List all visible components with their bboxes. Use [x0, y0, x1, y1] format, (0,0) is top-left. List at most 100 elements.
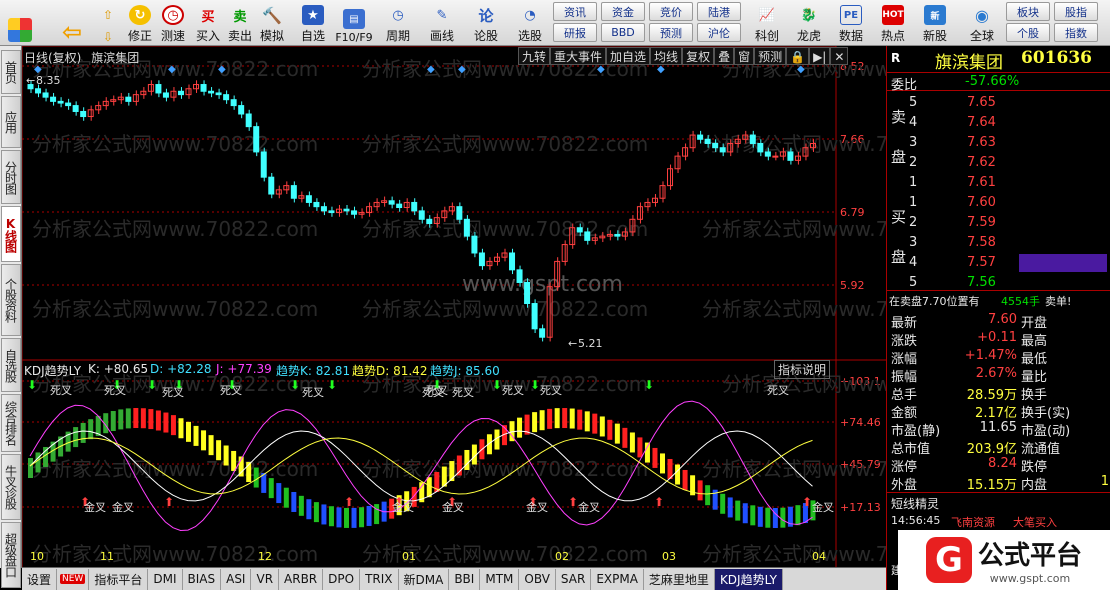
grid-icon — [8, 18, 32, 42]
auction-button[interactable]: 竞价 — [649, 2, 693, 21]
short-elf-title[interactable]: 短线精灵 — [887, 492, 1110, 511]
tab-kline[interactable]: K线图 — [1, 206, 21, 262]
play-icon[interactable]: ▶| — [809, 47, 831, 65]
short-elf-row[interactable]: 14:56:45 飞南资源 大笔买入 — [887, 512, 1110, 531]
nine-turn-button[interactable]: 九转 — [518, 47, 551, 65]
month-label: 12 — [258, 550, 272, 563]
predict-button[interactable]: 预测 — [754, 47, 787, 65]
draw-button[interactable]: ✎ 画线 — [424, 2, 460, 44]
single-stock-button[interactable]: 个股 — [1006, 23, 1050, 42]
expma-tab[interactable]: EXPMA — [591, 568, 644, 590]
shanghai-london-button[interactable]: 沪伦 — [697, 23, 741, 42]
stat-label: 外盘 — [891, 478, 918, 493]
back-button[interactable]: ⇦ — [52, 2, 92, 46]
buy-level-3[interactable]: 3 7.58 — [887, 234, 1110, 253]
f10-button[interactable]: ▤ F10/F9 — [334, 2, 374, 44]
data-button[interactable]: PE 数据 — [832, 2, 870, 44]
sar-tab[interactable]: SAR — [556, 568, 592, 590]
level-index: 2 — [909, 155, 918, 170]
new-stock-label: 新股 — [922, 29, 947, 43]
new-dma-tab[interactable]: 新DMA — [399, 568, 450, 590]
buy-level-1[interactable]: 1 7.60 — [887, 194, 1110, 213]
research-button[interactable]: 研报 — [553, 23, 597, 42]
chart-area[interactable]: 8.52 7.66 6.79 5.92 +103.1 +74.46 +45.79 +17.13… — [22, 46, 886, 568]
close-icon[interactable]: ✕ — [830, 47, 849, 65]
hotspot-button[interactable]: HOT 热点 — [874, 2, 912, 44]
kdj-trend-tab[interactable]: KDJ趋势LY — [714, 568, 784, 590]
sell-level-3[interactable]: 3 7.63 — [887, 134, 1110, 153]
kdj-trend-bar — [186, 421, 191, 442]
index-futures-button[interactable]: 股指 — [1054, 2, 1098, 21]
indicator-platform-tab[interactable]: 指标平台 — [89, 568, 149, 590]
new-stock-button[interactable]: 新 新股 — [916, 2, 954, 44]
moving-average-button[interactable]: 均线 — [650, 47, 683, 65]
period-button[interactable]: ◷ 周期 — [380, 2, 416, 44]
down-button[interactable]: ⇩ — [97, 24, 119, 44]
adjust-button[interactable]: 复权 — [682, 47, 715, 65]
major-events-button[interactable]: 重大事件 — [550, 47, 607, 65]
hk-connect-button[interactable]: 陆港 — [697, 2, 741, 21]
buy-level-2[interactable]: 2 7.59 — [887, 214, 1110, 233]
dmi-tab[interactable]: DMI — [148, 568, 183, 590]
stat-label-right: 换手 — [1021, 388, 1048, 403]
indicator-help-button[interactable]: 指标说明 — [774, 360, 831, 379]
speedtest-button[interactable]: ◷ 测速 — [158, 2, 188, 44]
window-button[interactable]: 窗 — [734, 47, 755, 65]
sell-button[interactable]: 卖 卖出 — [226, 2, 254, 44]
tab-diagnosis[interactable]: 牛叉诊股 — [1, 454, 21, 520]
settings-tab[interactable]: 设置 — [22, 568, 58, 590]
sesame-tab[interactable]: 芝麻里地里 — [644, 568, 715, 590]
obv-tab[interactable]: OBV — [519, 568, 556, 590]
global-button[interactable]: ◉ 全球 — [962, 2, 1002, 44]
kdj-trend-bar — [569, 408, 575, 429]
favorites-button[interactable]: ★ 自选 — [296, 2, 330, 44]
candle-body — [697, 134, 704, 140]
buy-button[interactable]: 买 买入 — [194, 2, 222, 44]
chart-period-label[interactable]: 日线(复权) — [24, 51, 81, 65]
sell-level-2[interactable]: 2 7.62 — [887, 154, 1110, 173]
news-button[interactable]: 资讯 — [553, 2, 597, 21]
overlay-button[interactable]: 叠 — [714, 47, 735, 65]
stock-pick-button[interactable]: ◔ 选股 — [510, 2, 550, 44]
level-price: 7.60 — [967, 195, 996, 210]
tab-apps[interactable]: 应用 — [1, 96, 21, 148]
tab-super-book[interactable]: 超级盘口 — [1, 522, 21, 588]
kdj-trend-bar — [629, 432, 635, 453]
toolbar: ⇦ ⇧ ⇩ ↻ 修正 ◷ 测速 买 买入 卖 卖出 🔨 模拟 ★ 自选 ▤ F1… — [0, 0, 1110, 46]
arbr-tab[interactable]: ARBR — [279, 568, 324, 590]
star-market-button[interactable]: 📈 科创 — [748, 2, 786, 44]
sell-level-1[interactable]: 1 7.61 — [887, 174, 1110, 193]
sector-button[interactable]: 板块 — [1006, 2, 1050, 21]
sell-level-4[interactable]: 4 7.64 — [887, 114, 1110, 133]
tab-ranking[interactable]: 综合排名 — [1, 394, 21, 452]
tab-timeshare[interactable]: 分时图 — [1, 150, 21, 204]
add-watchlist-button[interactable]: 加自选 — [606, 47, 651, 65]
bbi-tab[interactable]: BBI — [449, 568, 481, 590]
discuss-button[interactable]: 论 论股 — [468, 2, 504, 44]
funds-button[interactable]: 资金 — [601, 2, 645, 21]
kdj-trend-bar — [73, 427, 79, 448]
bbd-button[interactable]: BBD — [601, 23, 645, 42]
index-button[interactable]: 指数 — [1054, 23, 1098, 42]
grid-button[interactable] — [6, 2, 34, 44]
tab-home[interactable]: 首页 — [1, 50, 21, 94]
kline-chart[interactable]: 8.527.666.795.92+103.1+74.46+45.79+17.13… — [22, 46, 886, 568]
bias-tab[interactable]: BIAS — [183, 568, 222, 590]
candle-body — [614, 233, 621, 237]
sell-level-5[interactable]: 5 7.65 — [887, 94, 1110, 113]
simulate-button[interactable]: 🔨 模拟 — [257, 2, 287, 44]
lock-icon[interactable]: 🔒 — [786, 47, 810, 65]
vr-tab[interactable]: VR — [251, 568, 280, 590]
dragon-tiger-button[interactable]: 🐉 龙虎 — [790, 2, 828, 44]
tab-stock-info[interactable]: 个股资料 — [1, 264, 21, 336]
kdj-header: KDJ趋势LY K: +80.65 D: +82.28 J: +77.39 趋势… — [22, 360, 836, 379]
forecast-button[interactable]: 预测 — [649, 23, 693, 42]
tab-watchlist[interactable]: 自选股 — [1, 338, 21, 392]
watermark-text: 分析家公式网www.70822.com — [362, 217, 648, 241]
trix-tab[interactable]: TRIX — [360, 568, 399, 590]
mtm-tab[interactable]: MTM — [480, 568, 520, 590]
asi-tab[interactable]: ASI — [221, 568, 252, 590]
up-button[interactable]: ⇧ — [97, 2, 119, 22]
refresh-button[interactable]: ↻ 修正 — [125, 2, 155, 44]
dpo-tab[interactable]: DPO — [323, 568, 361, 590]
